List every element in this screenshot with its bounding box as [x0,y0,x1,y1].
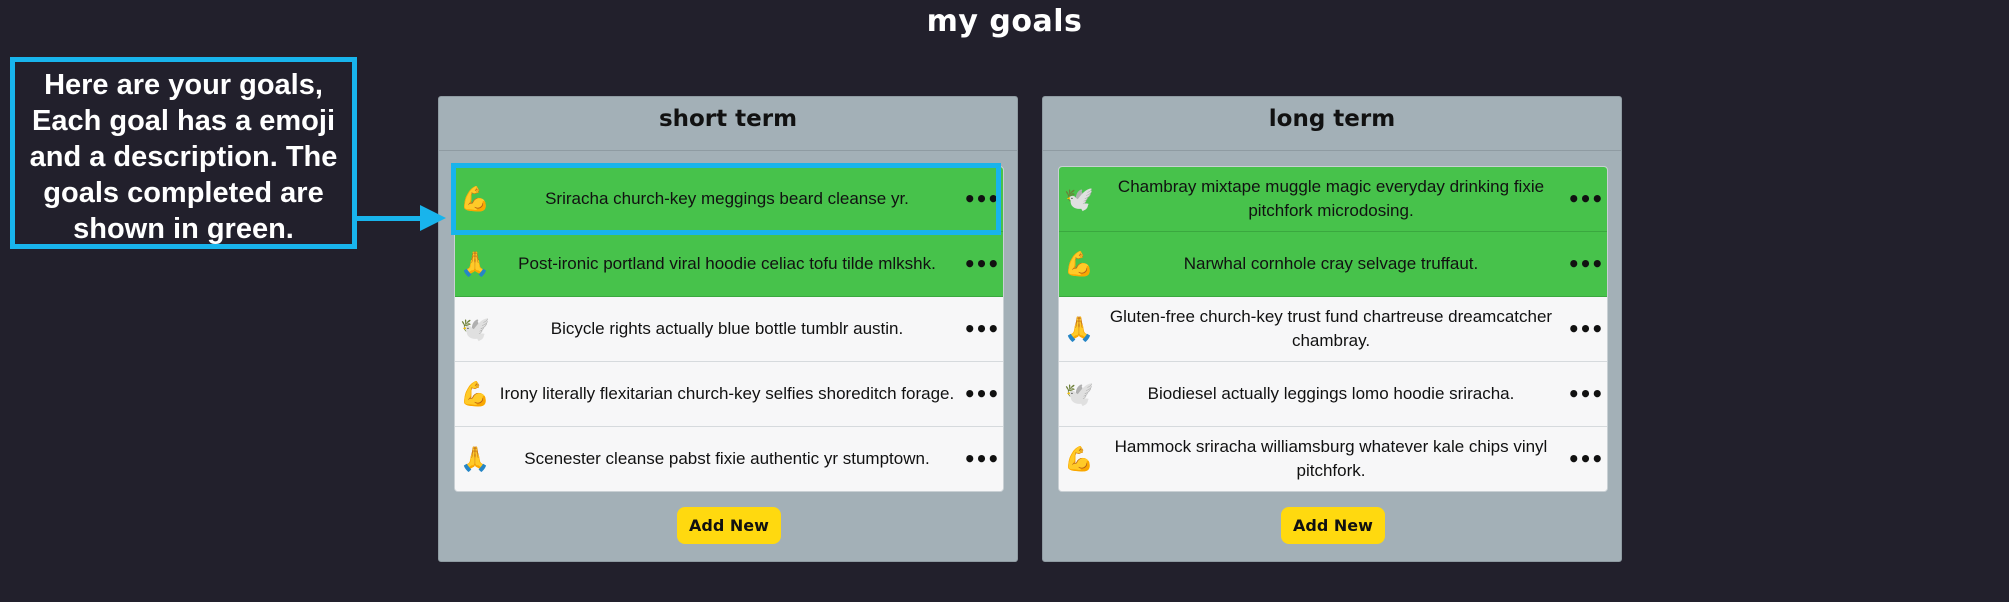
goal-description: Chambray mixtape muggle magic everyday d… [1117,177,1545,220]
folded-hands-icon: 🙏 [1064,315,1094,343]
goal-description: Hammock sriracha williamsburg whatever k… [1114,437,1548,480]
more-options-icon[interactable]: ••• [959,252,1003,276]
short-term-title: short term [439,97,1017,151]
more-options-icon[interactable]: ••• [1563,447,1607,471]
dove-icon: 🕊️ [1064,380,1094,408]
folded-hands-icon: 🙏 [460,250,490,278]
goal-item[interactable]: 🕊️ Chambray mixtape muggle magic everyda… [1059,167,1607,232]
flexed-biceps-icon: 💪 [460,185,490,213]
goal-description: Sriracha church-key meggings beard clean… [545,189,909,208]
folded-hands-icon: 🙏 [460,445,490,473]
goal-description: Bicycle rights actually blue bottle tumb… [550,319,904,338]
goal-description: Gluten-free church-key trust fund chartr… [1109,307,1553,350]
goal-item[interactable]: 🙏 Gluten-free church-key trust fund char… [1059,297,1607,362]
dove-icon: 🕊️ [460,315,490,343]
more-options-icon[interactable]: ••• [1563,382,1607,406]
more-options-icon[interactable]: ••• [959,187,1003,211]
annotation-arrow-line [357,216,427,221]
goal-item[interactable]: 💪 Sriracha church-key meggings beard cle… [455,167,1003,232]
page-title: my goals [926,4,1083,39]
long-term-goal-list: 🕊️ Chambray mixtape muggle magic everyda… [1058,166,1608,492]
short-term-card: short term 💪 Sriracha church-key megging… [438,96,1018,562]
goal-description: Scenester cleanse pabst fixie authentic … [524,449,930,468]
more-options-icon[interactable]: ••• [1563,252,1607,276]
more-options-icon[interactable]: ••• [1563,187,1607,211]
more-options-icon[interactable]: ••• [959,317,1003,341]
flexed-biceps-icon: 💪 [1064,250,1094,278]
goal-item[interactable]: 💪 Hammock sriracha williamsburg whatever… [1059,427,1607,491]
goal-item[interactable]: 🙏 Post-ironic portland viral hoodie celi… [455,232,1003,297]
goal-item[interactable]: 🙏 Scenester cleanse pabst fixie authenti… [455,427,1003,491]
dove-icon: 🕊️ [1064,185,1094,213]
more-options-icon[interactable]: ••• [1563,317,1607,341]
goal-item[interactable]: 🕊️ Biodiesel actually leggings lomo hood… [1059,362,1607,427]
goal-description: Narwhal cornhole cray selvage truffaut. [1183,254,1479,273]
goal-item[interactable]: 💪 Irony literally flexitarian church-key… [455,362,1003,427]
add-new-short-term-button[interactable]: Add New [677,507,781,544]
short-term-goal-list: 💪 Sriracha church-key meggings beard cle… [454,166,1004,492]
goal-description: Post-ironic portland viral hoodie celiac… [518,254,936,273]
goal-item[interactable]: 💪 Narwhal cornhole cray selvage truffaut… [1059,232,1607,297]
flexed-biceps-icon: 💪 [1064,445,1094,473]
goal-item[interactable]: 🕊️ Bicycle rights actually blue bottle t… [455,297,1003,362]
long-term-title: long term [1043,97,1621,151]
more-options-icon[interactable]: ••• [959,447,1003,471]
more-options-icon[interactable]: ••• [959,382,1003,406]
goal-description: Irony literally flexitarian church-key s… [499,384,955,403]
goal-description: Biodiesel actually leggings lomo hoodie … [1147,384,1515,403]
long-term-card: long term 🕊️ Chambray mixtape muggle mag… [1042,96,1622,562]
annotation-arrow-head-icon [420,205,446,231]
annotation-callout: Here are your goals, Each goal has a emo… [10,57,357,249]
add-new-long-term-button[interactable]: Add New [1281,507,1385,544]
flexed-biceps-icon: 💪 [460,380,490,408]
